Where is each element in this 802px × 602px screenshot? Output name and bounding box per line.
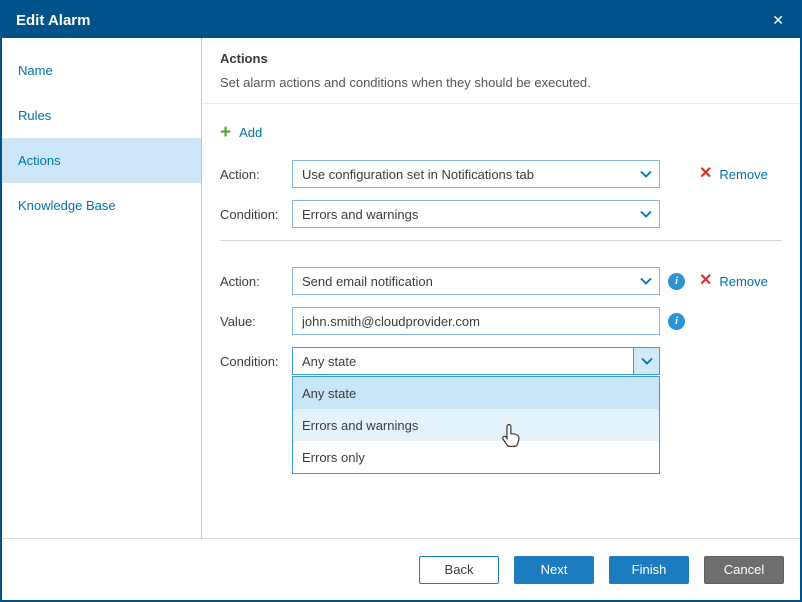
edit-alarm-dialog: Edit Alarm ✕ Name Rules Actions Knowledg…: [0, 0, 802, 602]
dropdown-option-errors-only[interactable]: Errors only: [293, 441, 659, 473]
back-button[interactable]: Back: [419, 556, 499, 584]
condition-dropdown-list: Any state Errors and warnings Errors onl…: [292, 376, 660, 474]
add-action-button[interactable]: + Add: [220, 123, 262, 142]
sidebar-item-knowledge-base[interactable]: Knowledge Base: [2, 183, 201, 228]
dropdown-option-errors-and-warnings[interactable]: Errors and warnings: [293, 409, 659, 441]
action1-condition-select[interactable]: Errors and warnings: [292, 200, 660, 228]
sidebar-item-rules[interactable]: Rules: [2, 93, 201, 138]
action2-condition-select[interactable]: Any state: [292, 347, 660, 375]
chevron-down-icon: [633, 348, 659, 374]
action2-condition-label: Condition:: [220, 354, 292, 369]
remove-x-icon: ✕: [699, 273, 712, 289]
page-title: Actions: [220, 51, 782, 66]
action2-action-value: Send email notification: [302, 274, 633, 289]
action1-remove-button[interactable]: ✕ Remove: [699, 166, 768, 182]
email-value-input[interactable]: [292, 307, 660, 335]
dialog-title: Edit Alarm: [16, 12, 90, 29]
action2-action-label: Action:: [220, 274, 292, 289]
dialog-header: Edit Alarm ✕: [2, 2, 800, 38]
content-header: Actions Set alarm actions and conditions…: [202, 38, 800, 104]
action2-remove-button[interactable]: ✕ Remove: [699, 273, 768, 289]
action1-action-value: Use configuration set in Notifications t…: [302, 167, 633, 182]
finish-button[interactable]: Finish: [609, 556, 689, 584]
remove-x-icon: ✕: [699, 166, 712, 182]
action2-value-label: Value:: [220, 314, 292, 329]
action2-value-row: Value: i: [220, 307, 782, 335]
action1-action-label: Action:: [220, 167, 292, 182]
action1-condition-label: Condition:: [220, 207, 292, 222]
action2-action-row: Action: Send email notification i ✕ Remo…: [220, 267, 782, 295]
plus-icon: +: [220, 123, 231, 142]
sidebar-item-actions[interactable]: Actions: [2, 138, 201, 183]
block-divider: [220, 240, 782, 241]
action2-condition-value: Any state: [302, 354, 633, 369]
condition-select-wrap: Any state Any state Errors and warnings …: [292, 347, 660, 375]
info-icon: i: [668, 313, 685, 330]
dialog-body: Name Rules Actions Knowledge Base Action…: [2, 38, 800, 538]
sidebar-item-name[interactable]: Name: [2, 48, 201, 93]
page-subtitle: Set alarm actions and conditions when th…: [220, 75, 782, 90]
close-icon[interactable]: ✕: [770, 11, 786, 29]
action1-action-row: Action: Use configuration set in Notific…: [220, 160, 782, 188]
sidebar: Name Rules Actions Knowledge Base: [2, 38, 202, 538]
add-label: Add: [239, 125, 262, 140]
remove-label: Remove: [719, 167, 767, 182]
content-pane: Actions Set alarm actions and conditions…: [202, 38, 800, 538]
action2-action-select[interactable]: Send email notification: [292, 267, 660, 295]
action1-condition-row: Condition: Errors and warnings: [220, 200, 782, 228]
chevron-down-icon: [633, 268, 659, 294]
action1-action-select[interactable]: Use configuration set in Notifications t…: [292, 160, 660, 188]
remove-label: Remove: [719, 274, 767, 289]
dropdown-option-any-state[interactable]: Any state: [293, 377, 659, 409]
next-button[interactable]: Next: [514, 556, 594, 584]
action1-condition-value: Errors and warnings: [302, 207, 633, 222]
chevron-down-icon: [633, 161, 659, 187]
action-block-1: Action: Use configuration set in Notific…: [202, 151, 800, 228]
info-icon: i: [668, 273, 685, 290]
action2-condition-row: Condition: Any state Any state Errors an…: [220, 347, 782, 375]
dialog-footer: Back Next Finish Cancel: [2, 538, 800, 600]
action-block-2: Action: Send email notification i ✕ Remo…: [202, 258, 800, 375]
chevron-down-icon: [633, 201, 659, 227]
cancel-button[interactable]: Cancel: [704, 556, 784, 584]
